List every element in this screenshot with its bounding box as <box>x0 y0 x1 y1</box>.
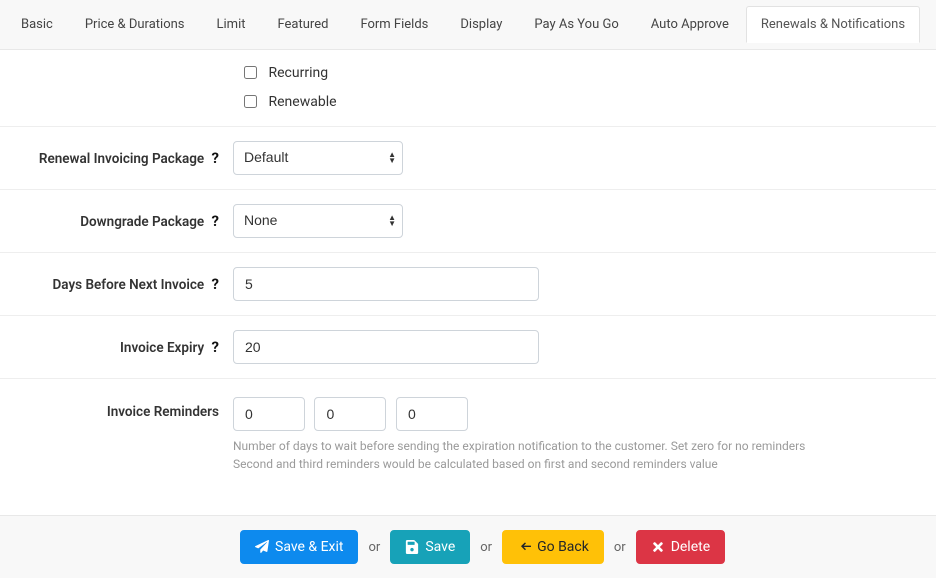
checkbox-recurring[interactable]: Recurring <box>240 64 936 83</box>
footer-actions: Save & Exit or Save or Go Back or Delete <box>0 515 936 578</box>
tab-renewals-notifications[interactable]: Renewals & Notifications <box>746 6 920 43</box>
checkbox-renewable[interactable]: Renewable <box>240 93 936 112</box>
select-downgrade-package-input[interactable]: None <box>234 205 402 235</box>
row-downgrade-package: Downgrade Package ? None ▲▼ <box>0 190 936 253</box>
tab-auto-approve[interactable]: Auto Approve <box>636 6 744 43</box>
help-icon[interactable]: ? <box>212 338 219 356</box>
tab-pay-as-you-go[interactable]: Pay As You Go <box>519 6 633 43</box>
close-icon <box>651 540 665 554</box>
row-renewal-invoicing-package: Renewal Invoicing Package ? Default ▲▼ <box>0 127 936 190</box>
save-icon <box>405 540 419 554</box>
tab-display[interactable]: Display <box>445 6 517 43</box>
input-invoice-expiry[interactable] <box>233 330 539 364</box>
help-icon[interactable]: ? <box>212 149 219 167</box>
tab-price-durations[interactable]: Price & Durations <box>70 6 200 43</box>
label-invoice-reminders: Invoice Reminders <box>8 397 233 420</box>
help-icon[interactable]: ? <box>212 275 219 293</box>
checkbox-renewable-input[interactable] <box>244 95 257 108</box>
label-downgrade-package: Downgrade Package ? <box>8 212 233 230</box>
checkbox-recurring-input[interactable] <box>244 66 257 79</box>
tabs-bar: Basic Price & Durations Limit Featured F… <box>0 0 936 50</box>
tab-featured[interactable]: Featured <box>262 6 343 43</box>
or-text: or <box>480 540 492 555</box>
help-icon[interactable]: ? <box>212 212 219 230</box>
form-area: Recurring Renewable Renewal Invoicing Pa… <box>0 50 936 485</box>
checkbox-renewable-label: Renewable <box>268 94 336 110</box>
delete-button[interactable]: Delete <box>636 530 725 564</box>
input-days-before-next-invoice[interactable] <box>233 267 539 301</box>
tab-basic[interactable]: Basic <box>6 6 68 43</box>
select-renewal-invoicing-package-input[interactable]: Default <box>234 142 402 172</box>
row-invoice-expiry: Invoice Expiry ? <box>0 316 936 379</box>
or-text: or <box>614 540 626 555</box>
go-back-button[interactable]: Go Back <box>502 530 604 564</box>
checkbox-recurring-label: Recurring <box>268 65 328 81</box>
select-downgrade-package[interactable]: None ▲▼ <box>233 204 403 238</box>
tab-form-fields[interactable]: Form Fields <box>345 6 443 43</box>
save-exit-button[interactable]: Save & Exit <box>240 530 358 564</box>
input-reminder-2[interactable] <box>314 397 386 431</box>
input-reminder-3[interactable] <box>396 397 468 431</box>
row-days-before-next-invoice: Days Before Next Invoice ? <box>0 253 936 316</box>
save-button[interactable]: Save <box>390 530 470 564</box>
row-invoice-reminders: Invoice Reminders Number of days to wait… <box>0 379 936 485</box>
undo-icon <box>517 540 531 554</box>
reminders-help-text-2: Second and third reminders would be calc… <box>233 457 936 471</box>
or-text: or <box>368 540 380 555</box>
label-invoice-expiry: Invoice Expiry ? <box>8 338 233 356</box>
tab-limit[interactable]: Limit <box>202 6 261 43</box>
select-renewal-invoicing-package[interactable]: Default ▲▼ <box>233 141 403 175</box>
checkbox-list: Recurring Renewable <box>0 50 936 127</box>
paper-plane-icon <box>255 540 269 554</box>
label-days-before-next-invoice: Days Before Next Invoice ? <box>8 275 233 293</box>
tab-layout[interactable]: Layout <box>922 6 936 43</box>
input-reminder-1[interactable] <box>233 397 305 431</box>
label-renewal-invoicing-package: Renewal Invoicing Package ? <box>8 149 233 167</box>
reminders-help-text-1: Number of days to wait before sending th… <box>233 439 936 453</box>
